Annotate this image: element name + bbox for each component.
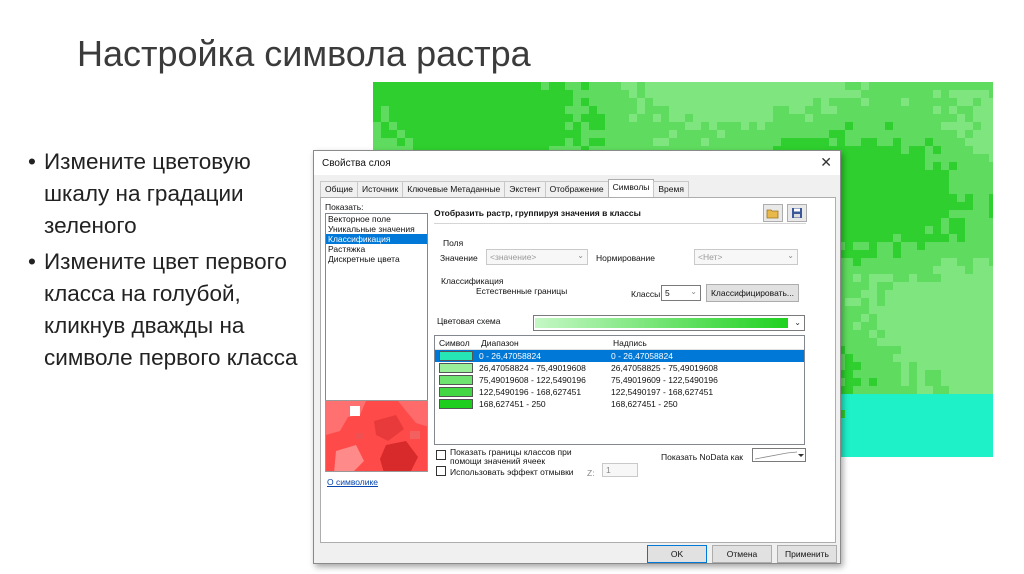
hillshade-text: Использовать эффект отмывки bbox=[450, 467, 574, 477]
ok-button[interactable]: OK bbox=[647, 545, 707, 563]
about-symbology-link[interactable]: О символике bbox=[327, 477, 378, 487]
chevron-down-icon: ⌄ bbox=[577, 251, 584, 260]
class-label-cell[interactable]: 75,49019609 - 122,5490196 bbox=[609, 375, 744, 385]
separator bbox=[434, 223, 806, 224]
value-field-text: <значение> bbox=[490, 252, 537, 262]
classify-button[interactable]: Классифицировать... bbox=[706, 284, 799, 302]
tab-general[interactable]: Общие bbox=[320, 181, 358, 197]
renderer-item-unique-values[interactable]: Уникальные значения bbox=[326, 224, 427, 234]
value-label: Значение bbox=[440, 253, 478, 263]
dialog-title: Свойства слоя bbox=[322, 157, 391, 169]
show-class-breaks-text: Показать границы классов при помощи знач… bbox=[450, 447, 572, 466]
class-rows: 0 - 26,47058824 0 - 26,47058824 26,4705882… bbox=[435, 350, 804, 410]
layer-properties-dialog: Свойства слоя ✕ Общие Источник Ключевые … bbox=[313, 150, 841, 564]
hillshade-checkbox[interactable] bbox=[436, 466, 446, 476]
show-class-breaks-checkbox[interactable] bbox=[436, 450, 446, 460]
class-table: Символ Диапазон Надпись 0 - 26,47058824 0… bbox=[434, 335, 805, 445]
classes-count-select[interactable]: 5 ⌄ bbox=[661, 285, 701, 301]
tab-time[interactable]: Время bbox=[653, 181, 689, 197]
header-range[interactable]: Диапазон bbox=[477, 338, 609, 348]
renderer-item-classified[interactable]: Классификация bbox=[326, 234, 427, 244]
normalization-text: <Нет> bbox=[698, 252, 723, 262]
classification-group-label: Классификация bbox=[441, 276, 504, 286]
nodata-label: Показать NoData как bbox=[661, 452, 744, 462]
class-symbol-cell[interactable] bbox=[435, 375, 477, 385]
classes-label: Классы bbox=[631, 289, 661, 299]
chevron-down-icon: ⌄ bbox=[690, 287, 697, 296]
cancel-button[interactable]: Отмена bbox=[712, 545, 772, 563]
save-icon[interactable] bbox=[787, 204, 807, 222]
renderer-item-stretch[interactable]: Растяжка bbox=[326, 244, 427, 254]
color-scheme-label: Цветовая схема bbox=[437, 316, 501, 326]
class-symbol-cell[interactable] bbox=[435, 387, 477, 397]
class-symbol-cell[interactable] bbox=[435, 363, 477, 373]
symbology-panel: Показать: Векторное поле Уникальные знач… bbox=[320, 197, 836, 543]
tab-extent[interactable]: Экстент bbox=[504, 181, 546, 197]
open-folder-icon[interactable] bbox=[763, 204, 783, 222]
class-row[interactable]: 0 - 26,47058824 0 - 26,47058824 bbox=[435, 350, 804, 362]
chevron-down-icon: ⌄ bbox=[794, 318, 801, 327]
class-label-cell[interactable]: 122,5490197 - 168,627451 bbox=[609, 387, 744, 397]
renderer-item-vector-field[interactable]: Векторное поле bbox=[326, 214, 427, 224]
class-table-header: Символ Диапазон Надпись bbox=[435, 336, 804, 350]
class-label-cell[interactable]: 168,627451 - 250 bbox=[609, 399, 744, 409]
tab-key-metadata[interactable]: Ключевые Метаданные bbox=[402, 181, 506, 197]
class-row[interactable]: 75,49019608 - 122,5490196 75,49019609 - 1… bbox=[435, 374, 804, 386]
classes-count-text: 5 bbox=[665, 288, 670, 298]
dialog-titlebar: Свойства слоя ✕ bbox=[314, 151, 840, 175]
class-color-swatch[interactable] bbox=[439, 375, 473, 385]
renderer-preview-image bbox=[325, 400, 428, 472]
apply-button[interactable]: Применить bbox=[777, 545, 837, 563]
tab-symbology[interactable]: Символы bbox=[607, 179, 655, 197]
color-ramp-select[interactable]: ⌄ bbox=[533, 315, 805, 331]
green-gradient-ramp bbox=[535, 318, 788, 328]
class-range-cell[interactable]: 168,627451 - 250 bbox=[477, 399, 609, 409]
class-color-swatch[interactable] bbox=[439, 387, 473, 397]
normalization-select[interactable]: <Нет> ⌄ bbox=[694, 249, 798, 265]
bullet-item: Измените цвет первого класса на голубой,… bbox=[28, 246, 318, 374]
class-label-cell[interactable]: 26,47058825 - 75,49019608 bbox=[609, 363, 744, 373]
bullet-item: Измените цветовую шкалу на градации зеле… bbox=[28, 146, 318, 242]
class-color-swatch[interactable] bbox=[439, 351, 473, 361]
tab-bar: Общие Источник Ключевые Метаданные Эксте… bbox=[320, 179, 689, 197]
z-label: Z: bbox=[587, 468, 595, 478]
class-symbol-cell[interactable] bbox=[435, 399, 477, 409]
class-range-cell[interactable]: 0 - 26,47058824 bbox=[477, 351, 609, 361]
classification-method: Естественные границы bbox=[476, 286, 568, 296]
class-color-swatch[interactable] bbox=[439, 399, 473, 409]
field-group-label: Поля bbox=[443, 238, 464, 248]
value-field-select[interactable]: <значение> ⌄ bbox=[486, 249, 588, 265]
class-row[interactable]: 168,627451 - 250 168,627451 - 250 bbox=[435, 398, 804, 410]
slide-title: Настройка символа растра bbox=[77, 33, 531, 74]
class-row[interactable]: 26,47058824 - 75,49019608 26,47058825 - 7… bbox=[435, 362, 804, 374]
class-range-cell[interactable]: 122,5490196 - 168,627451 bbox=[477, 387, 609, 397]
class-symbol-cell[interactable] bbox=[435, 351, 477, 361]
class-range-cell[interactable]: 75,49019608 - 122,5490196 bbox=[477, 375, 609, 385]
z-factor-input[interactable]: 1 bbox=[602, 463, 638, 477]
chevron-down-icon: ⌄ bbox=[787, 251, 794, 260]
tab-source[interactable]: Источник bbox=[356, 181, 404, 197]
class-label-cell[interactable]: 0 - 26,47058824 bbox=[609, 351, 744, 361]
header-symbol[interactable]: Символ bbox=[435, 338, 477, 348]
class-row[interactable]: 122,5490196 - 168,627451 122,5490197 - 16… bbox=[435, 386, 804, 398]
renderer-description: Отобразить растр, группируя значения в к… bbox=[434, 208, 641, 218]
renderer-item-discrete-color[interactable]: Дискретные цвета bbox=[326, 254, 427, 264]
normalization-label: Нормирование bbox=[596, 253, 655, 263]
nodata-color-select[interactable] bbox=[752, 448, 806, 462]
close-icon[interactable]: ✕ bbox=[820, 154, 832, 171]
tab-display[interactable]: Отображение bbox=[544, 181, 609, 197]
class-color-swatch[interactable] bbox=[439, 363, 473, 373]
header-label[interactable]: Надпись bbox=[609, 338, 744, 348]
show-label: Показать: bbox=[325, 202, 364, 212]
renderer-list: Векторное поле Уникальные значения Класс… bbox=[325, 213, 428, 403]
bullet-list: Измените цветовую шкалу на градации зеле… bbox=[28, 146, 318, 378]
class-range-cell[interactable]: 26,47058824 - 75,49019608 bbox=[477, 363, 609, 373]
